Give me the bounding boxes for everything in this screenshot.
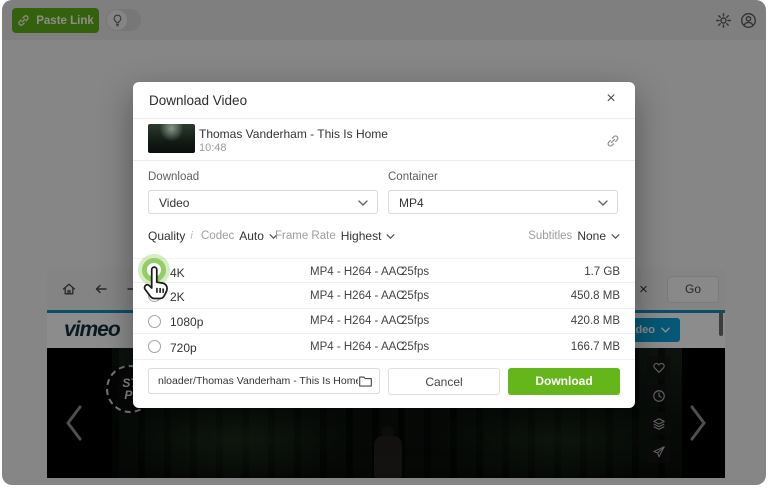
subtitles-dropdown[interactable]: Subtitles None <box>528 229 620 243</box>
chevron-down-icon <box>386 234 395 239</box>
close-icon[interactable]: × <box>600 88 622 110</box>
fps-cell: 25fps <box>401 290 429 302</box>
download-button[interactable]: Download <box>508 368 620 395</box>
framerate-dropdown[interactable]: Frame Rate Highest <box>275 229 395 243</box>
format-cell: MP4 - H264 - AAC <box>310 315 405 327</box>
fps-cell: 25fps <box>401 315 429 327</box>
quality-header: Quality i <box>148 229 193 243</box>
folder-icon[interactable] <box>358 374 373 389</box>
download-video-dialog: Download Video × Thomas Vanderham - This… <box>133 82 635 408</box>
chevron-down-icon <box>358 200 368 206</box>
radio-720p[interactable] <box>148 340 161 353</box>
quality-cell: 4K <box>170 266 185 280</box>
fps-cell: 25fps <box>401 341 429 353</box>
cancel-button[interactable]: Cancel <box>388 368 500 395</box>
framerate-value: Highest <box>341 229 382 243</box>
codec-label: Codec <box>201 230 234 242</box>
format-options-row: Quality i Codec Auto Frame Rate Highest … <box>133 229 635 245</box>
fps-cell: 25fps <box>401 266 429 278</box>
container-value: MP4 <box>399 196 424 210</box>
codec-value: Auto <box>239 229 264 243</box>
video-duration: 10:48 <box>199 142 227 154</box>
format-cell: MP4 - H264 - AAC <box>310 266 405 278</box>
quality-row-1080p[interactable]: 1080p MP4 - H264 - AAC 25fps 420.8 MB <box>133 309 635 334</box>
download-type-value: Video <box>159 196 189 210</box>
quality-cell: 2K <box>170 290 185 304</box>
format-cell: MP4 - H264 - AAC <box>310 341 405 353</box>
size-cell: 166.7 MB <box>571 341 620 353</box>
container-label: Container <box>388 171 438 183</box>
video-title: Thomas Vanderham - This Is Home <box>199 127 388 141</box>
save-path-field[interactable] <box>148 368 380 394</box>
chevron-down-icon <box>598 200 608 206</box>
container-select[interactable]: MP4 <box>388 190 618 214</box>
radio-1080p[interactable] <box>148 315 161 328</box>
source-link-icon[interactable] <box>606 134 620 148</box>
subtitles-label: Subtitles <box>528 230 572 242</box>
quality-cell: 1080p <box>170 315 203 329</box>
hand-cursor-icon <box>140 266 172 304</box>
save-path-input[interactable] <box>158 369 358 393</box>
subtitles-value: None <box>577 229 606 243</box>
dialog-title: Download Video <box>149 93 247 108</box>
download-type-label: Download <box>148 171 199 183</box>
size-cell: 420.8 MB <box>571 315 620 327</box>
codec-dropdown[interactable]: Codec Auto <box>201 229 278 243</box>
divider <box>133 160 635 161</box>
quality-row-2k[interactable]: 2K MP4 - H264 - AAC 25fps 450.8 MB <box>133 283 635 308</box>
quality-row-720p[interactable]: 720p MP4 - H264 - AAC 25fps 166.7 MB <box>133 334 635 359</box>
format-cell: MP4 - H264 - AAC <box>310 290 405 302</box>
info-icon[interactable]: i <box>190 230 192 242</box>
quality-cell: 720p <box>170 341 197 355</box>
chevron-down-icon <box>611 234 620 239</box>
quality-table: 4K MP4 - H264 - AAC 25fps 1.7 GB 2K MP4 … <box>133 258 635 360</box>
quality-label: Quality <box>148 229 185 243</box>
size-cell: 1.7 GB <box>584 266 620 278</box>
size-cell: 450.8 MB <box>571 290 620 302</box>
video-thumbnail <box>148 124 195 153</box>
download-type-select[interactable]: Video <box>148 190 378 214</box>
divider <box>133 118 635 119</box>
framerate-label: Frame Rate <box>275 230 336 242</box>
screen: Paste Link × Go vimeo <box>0 0 768 490</box>
quality-row-4k[interactable]: 4K MP4 - H264 - AAC 25fps 1.7 GB <box>133 258 635 283</box>
